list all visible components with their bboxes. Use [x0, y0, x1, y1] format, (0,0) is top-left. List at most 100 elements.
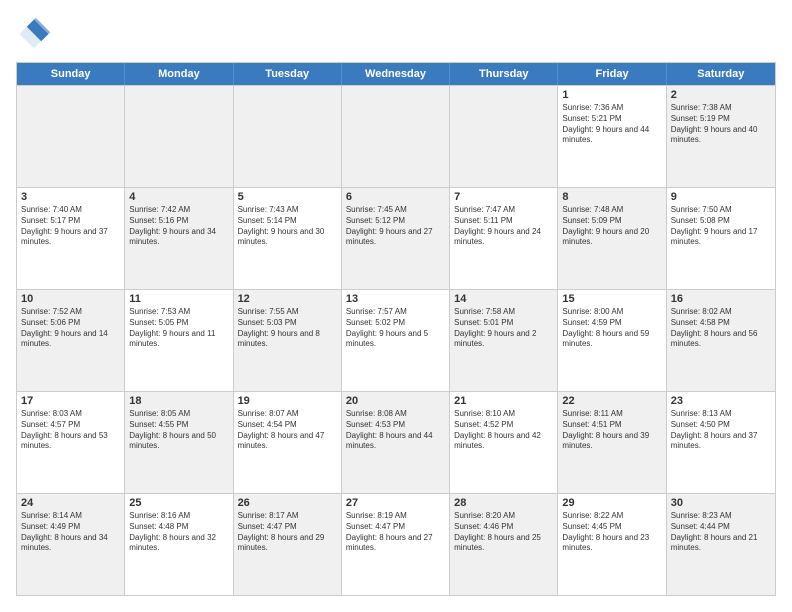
calendar-day-16: 16 Sunrise: 8:02 AM Sunset: 4:58 PM Dayli…	[667, 290, 775, 391]
calendar-day-14: 14 Sunrise: 7:58 AM Sunset: 5:01 PM Dayli…	[450, 290, 558, 391]
day-info: Sunrise: 8:00 AM Sunset: 4:59 PM Dayligh…	[562, 307, 661, 350]
weekday-header-friday: Friday	[558, 63, 666, 85]
calendar-day-4: 4 Sunrise: 7:42 AM Sunset: 5:16 PM Daylig…	[125, 188, 233, 289]
day-info: Sunrise: 8:22 AM Sunset: 4:45 PM Dayligh…	[562, 511, 661, 554]
day-info: Sunrise: 7:43 AM Sunset: 5:14 PM Dayligh…	[238, 205, 337, 248]
day-info: Sunrise: 8:20 AM Sunset: 4:46 PM Dayligh…	[454, 511, 553, 554]
calendar-day-13: 13 Sunrise: 7:57 AM Sunset: 5:02 PM Dayli…	[342, 290, 450, 391]
calendar-day-23: 23 Sunrise: 8:13 AM Sunset: 4:50 PM Dayli…	[667, 392, 775, 493]
day-number: 21	[454, 395, 553, 407]
day-number: 10	[21, 293, 120, 305]
day-info: Sunrise: 8:07 AM Sunset: 4:54 PM Dayligh…	[238, 409, 337, 452]
calendar-day-28: 28 Sunrise: 8:20 AM Sunset: 4:46 PM Dayli…	[450, 494, 558, 595]
day-number: 12	[238, 293, 337, 305]
day-number: 2	[671, 89, 771, 101]
day-number: 4	[129, 191, 228, 203]
day-info: Sunrise: 7:57 AM Sunset: 5:02 PM Dayligh…	[346, 307, 445, 350]
day-info: Sunrise: 8:17 AM Sunset: 4:47 PM Dayligh…	[238, 511, 337, 554]
day-info: Sunrise: 7:58 AM Sunset: 5:01 PM Dayligh…	[454, 307, 553, 350]
calendar-day-7: 7 Sunrise: 7:47 AM Sunset: 5:11 PM Daylig…	[450, 188, 558, 289]
calendar-day-9: 9 Sunrise: 7:50 AM Sunset: 5:08 PM Daylig…	[667, 188, 775, 289]
calendar-day-18: 18 Sunrise: 8:05 AM Sunset: 4:55 PM Dayli…	[125, 392, 233, 493]
calendar-empty-cell	[450, 86, 558, 187]
day-number: 11	[129, 293, 228, 305]
calendar-day-19: 19 Sunrise: 8:07 AM Sunset: 4:54 PM Dayli…	[234, 392, 342, 493]
day-info: Sunrise: 8:05 AM Sunset: 4:55 PM Dayligh…	[129, 409, 228, 452]
header	[16, 16, 776, 52]
calendar-row-3: 17 Sunrise: 8:03 AM Sunset: 4:57 PM Dayli…	[17, 391, 775, 493]
day-number: 26	[238, 497, 337, 509]
calendar-day-20: 20 Sunrise: 8:08 AM Sunset: 4:53 PM Dayli…	[342, 392, 450, 493]
day-info: Sunrise: 8:13 AM Sunset: 4:50 PM Dayligh…	[671, 409, 771, 452]
calendar-empty-cell	[125, 86, 233, 187]
day-number: 14	[454, 293, 553, 305]
calendar-day-1: 1 Sunrise: 7:36 AM Sunset: 5:21 PM Daylig…	[558, 86, 666, 187]
calendar-header: SundayMondayTuesdayWednesdayThursdayFrid…	[17, 63, 775, 85]
calendar-day-12: 12 Sunrise: 7:55 AM Sunset: 5:03 PM Dayli…	[234, 290, 342, 391]
calendar-day-8: 8 Sunrise: 7:48 AM Sunset: 5:09 PM Daylig…	[558, 188, 666, 289]
day-info: Sunrise: 7:38 AM Sunset: 5:19 PM Dayligh…	[671, 103, 771, 146]
day-number: 25	[129, 497, 228, 509]
day-number: 7	[454, 191, 553, 203]
day-number: 16	[671, 293, 771, 305]
calendar-row-2: 10Sunrise: 7:52 AM Sunset: 5:06 PM Dayli…	[17, 289, 775, 391]
day-number: 15	[562, 293, 661, 305]
weekday-header-monday: Monday	[125, 63, 233, 85]
day-info: Sunrise: 7:36 AM Sunset: 5:21 PM Dayligh…	[562, 103, 661, 146]
day-info: Sunrise: 7:42 AM Sunset: 5:16 PM Dayligh…	[129, 205, 228, 248]
day-info: Sunrise: 7:50 AM Sunset: 5:08 PM Dayligh…	[671, 205, 771, 248]
day-number: 24	[21, 497, 120, 509]
day-number: 19	[238, 395, 337, 407]
day-info: Sunrise: 7:45 AM Sunset: 5:12 PM Dayligh…	[346, 205, 445, 248]
calendar-day-5: 5 Sunrise: 7:43 AM Sunset: 5:14 PM Daylig…	[234, 188, 342, 289]
day-info: Sunrise: 8:23 AM Sunset: 4:44 PM Dayligh…	[671, 511, 771, 554]
calendar-day-27: 27Sunrise: 8:19 AM Sunset: 4:47 PM Dayli…	[342, 494, 450, 595]
calendar-day-26: 26 Sunrise: 8:17 AM Sunset: 4:47 PM Dayli…	[234, 494, 342, 595]
day-info: Sunrise: 8:10 AM Sunset: 4:52 PM Dayligh…	[454, 409, 553, 452]
day-number: 18	[129, 395, 228, 407]
day-info: Sunrise: 7:40 AM Sunset: 5:17 PM Dayligh…	[21, 205, 120, 248]
day-number: 30	[671, 497, 771, 509]
calendar-day-29: 29 Sunrise: 8:22 AM Sunset: 4:45 PM Dayli…	[558, 494, 666, 595]
day-info: Sunrise: 7:55 AM Sunset: 5:03 PM Dayligh…	[238, 307, 337, 350]
day-number: 23	[671, 395, 771, 407]
day-number: 3	[21, 191, 120, 203]
day-number: 1	[562, 89, 661, 101]
calendar-empty-cell	[234, 86, 342, 187]
calendar-empty-cell	[17, 86, 125, 187]
day-info: Sunrise: 7:53 AM Sunset: 5:05 PM Dayligh…	[129, 307, 228, 350]
calendar-day-3: 3 Sunrise: 7:40 AM Sunset: 5:17 PM Daylig…	[17, 188, 125, 289]
day-info: Sunrise: 7:48 AM Sunset: 5:09 PM Dayligh…	[562, 205, 661, 248]
calendar-day-21: 21 Sunrise: 8:10 AM Sunset: 4:52 PM Dayli…	[450, 392, 558, 493]
calendar-day-22: 22Sunrise: 8:11 AM Sunset: 4:51 PM Dayli…	[558, 392, 666, 493]
day-number: 8	[562, 191, 661, 203]
day-info: Sunrise: 7:47 AM Sunset: 5:11 PM Dayligh…	[454, 205, 553, 248]
calendar-day-2: 2 Sunrise: 7:38 AM Sunset: 5:19 PM Daylig…	[667, 86, 775, 187]
calendar-row-0: 1 Sunrise: 7:36 AM Sunset: 5:21 PM Daylig…	[17, 85, 775, 187]
calendar-day-25: 25Sunrise: 8:16 AM Sunset: 4:48 PM Dayli…	[125, 494, 233, 595]
page: SundayMondayTuesdayWednesdayThursdayFrid…	[0, 0, 792, 612]
day-number: 13	[346, 293, 445, 305]
day-number: 27	[346, 497, 445, 509]
calendar: SundayMondayTuesdayWednesdayThursdayFrid…	[16, 62, 776, 596]
weekday-header-wednesday: Wednesday	[342, 63, 450, 85]
day-number: 20	[346, 395, 445, 407]
day-number: 28	[454, 497, 553, 509]
calendar-row-1: 3 Sunrise: 7:40 AM Sunset: 5:17 PM Daylig…	[17, 187, 775, 289]
day-info: Sunrise: 8:02 AM Sunset: 4:58 PM Dayligh…	[671, 307, 771, 350]
day-number: 29	[562, 497, 661, 509]
calendar-day-11: 11 Sunrise: 7:53 AM Sunset: 5:05 PM Dayli…	[125, 290, 233, 391]
weekday-header-thursday: Thursday	[450, 63, 558, 85]
day-number: 5	[238, 191, 337, 203]
calendar-day-15: 15 Sunrise: 8:00 AM Sunset: 4:59 PM Dayli…	[558, 290, 666, 391]
logo	[16, 16, 56, 52]
calendar-day-30: 30 Sunrise: 8:23 AM Sunset: 4:44 PM Dayli…	[667, 494, 775, 595]
day-number: 6	[346, 191, 445, 203]
day-info: Sunrise: 8:03 AM Sunset: 4:57 PM Dayligh…	[21, 409, 120, 452]
day-info: Sunrise: 8:08 AM Sunset: 4:53 PM Dayligh…	[346, 409, 445, 452]
weekday-header-saturday: Saturday	[667, 63, 775, 85]
day-number: 9	[671, 191, 771, 203]
logo-icon	[16, 16, 52, 52]
day-number: 17	[21, 395, 120, 407]
calendar-day-17: 17 Sunrise: 8:03 AM Sunset: 4:57 PM Dayli…	[17, 392, 125, 493]
